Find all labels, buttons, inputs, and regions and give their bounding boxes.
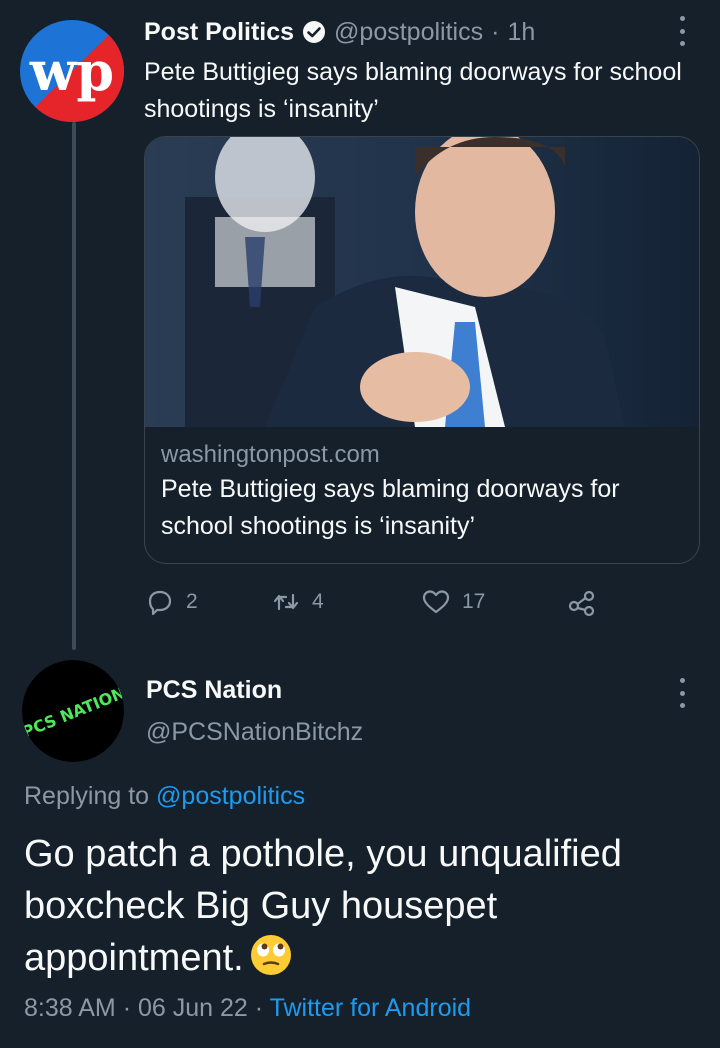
tweet-time[interactable]: 1h [507, 18, 535, 47]
author-handle[interactable]: @postpolitics [334, 18, 483, 47]
author-name[interactable]: Post Politics [144, 18, 294, 47]
reply-time[interactable]: 8:38 AM [24, 994, 116, 1022]
replying-to-link[interactable]: @postpolitics [156, 782, 305, 810]
reply-author-name[interactable]: PCS Nation [146, 676, 282, 705]
replying-prefix: Replying to [24, 782, 150, 810]
footer-separator: · [254, 994, 264, 1022]
reply-more-options-icon[interactable] [672, 676, 692, 710]
wp-logo-text: wp [29, 39, 114, 103]
reply-button[interactable]: 2 [144, 586, 270, 618]
more-options-icon[interactable] [672, 14, 692, 48]
heart-icon [422, 590, 450, 614]
reply-icon [148, 590, 172, 616]
retweet-icon [273, 593, 299, 611]
pcs-nation-avatar[interactable]: PCS NATION [22, 660, 124, 762]
link-preview-card[interactable]: washingtonpost.com Pete Buttigieg says b… [144, 136, 700, 564]
parent-tweet-header: Post Politics @postpolitics · 1h [144, 14, 535, 50]
retweet-count: 4 [312, 590, 324, 613]
tweet-actions-bar: 2 4 17 [144, 580, 624, 624]
like-button[interactable]: 17 [420, 586, 566, 618]
article-photo [145, 137, 699, 427]
thread-connector-line [72, 122, 76, 650]
share-icon [568, 590, 595, 617]
share-button[interactable] [566, 586, 598, 618]
replying-to-line: Replying to @postpolitics [24, 782, 305, 811]
washington-post-avatar[interactable]: wp [20, 20, 124, 122]
footer-separator: · [122, 994, 132, 1022]
card-title: Pete Buttigieg says blaming doorways for… [161, 475, 620, 540]
like-count: 17 [462, 590, 486, 613]
tweet-footer: 8:38 AM · 06 Jun 22 · Twitter for Androi… [24, 994, 471, 1023]
retweet-button[interactable]: 4 [270, 586, 420, 618]
reply-author-handle[interactable]: @PCSNationBitchz [146, 718, 363, 747]
reply-count: 2 [186, 590, 198, 613]
reply-date[interactable]: 06 Jun 22 [138, 994, 248, 1022]
card-domain: washingtonpost.com [161, 441, 380, 468]
eye-roll-emoji-icon [250, 935, 291, 975]
reply-tweet-text: Go patch a pothole, you unqualified boxc… [24, 828, 704, 984]
reply-text-body: Go patch a pothole, you unqualified boxc… [24, 833, 622, 979]
tweet-source-link[interactable]: Twitter for Android [270, 994, 471, 1022]
parent-tweet-text: Pete Buttigieg says blaming doorways for… [144, 58, 682, 123]
separator-dot: · [491, 17, 500, 46]
verified-badge-icon [303, 21, 326, 43]
